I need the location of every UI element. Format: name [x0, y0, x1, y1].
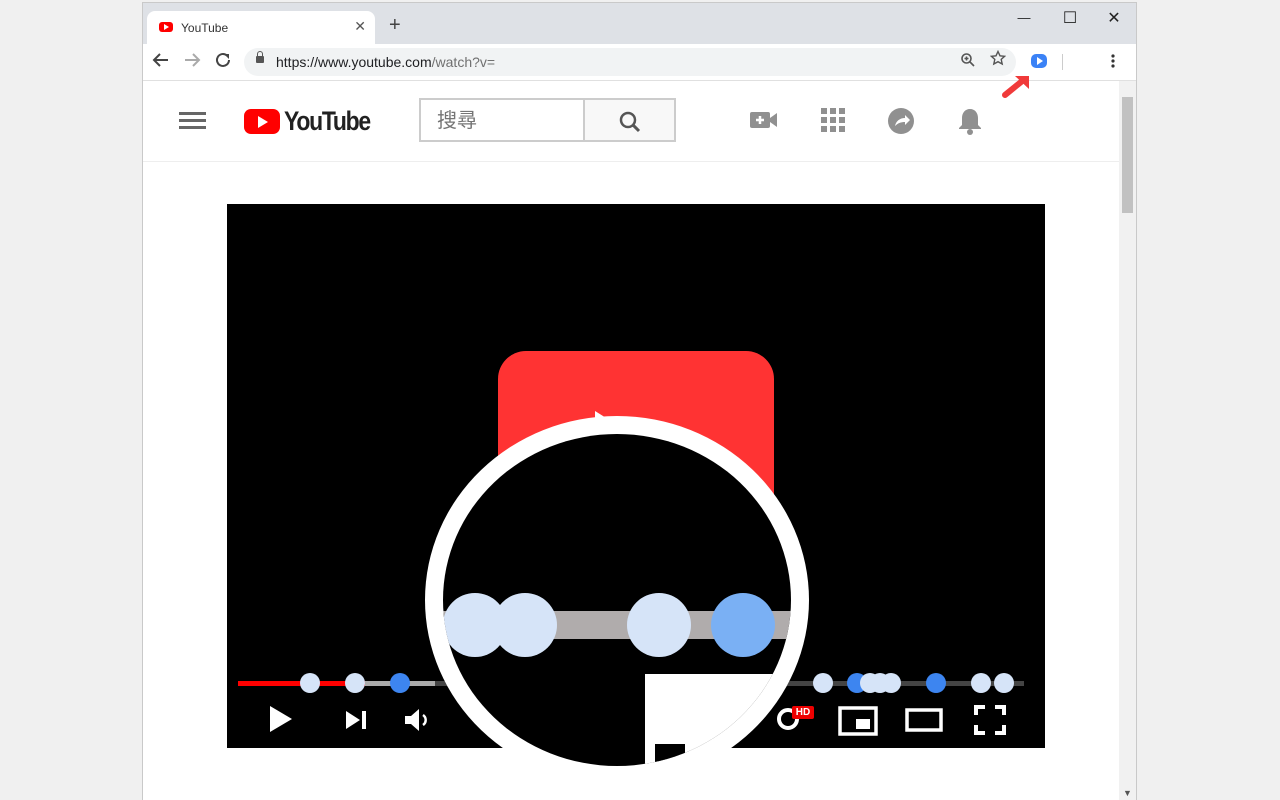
play-icon[interactable] [268, 704, 294, 739]
tab-title: YouTube [181, 21, 229, 35]
next-icon[interactable] [344, 709, 368, 736]
timeline-marker[interactable] [813, 673, 833, 693]
address-bar[interactable]: https://www.youtube.com/watch?v= [244, 48, 1016, 76]
search-input[interactable] [435, 100, 569, 140]
zoomed-marker [627, 593, 691, 657]
zoomed-cursor-area [645, 674, 791, 766]
tab-close-icon[interactable]: ✕ [354, 18, 366, 35]
timeline-marker[interactable] [926, 673, 946, 693]
search-button[interactable] [583, 98, 676, 142]
back-icon[interactable] [152, 51, 170, 74]
timeline-marker[interactable] [971, 673, 991, 693]
share-icon[interactable] [887, 107, 915, 140]
lock-icon [256, 51, 264, 63]
forward-icon[interactable] [183, 51, 201, 74]
zoomed-marker [711, 593, 775, 657]
url-path: /watch?v= [431, 54, 496, 70]
youtube-logo-text: YouTube [284, 106, 371, 136]
theater-mode-icon[interactable] [905, 708, 943, 737]
timeline-marker[interactable] [881, 673, 901, 693]
window-close-button[interactable]: ✕ [1092, 8, 1136, 28]
timeline-marker[interactable] [345, 673, 365, 693]
timeline-marker[interactable] [994, 673, 1014, 693]
new-tab-button[interactable]: + [389, 15, 401, 35]
maximize-button[interactable]: ☐ [1048, 8, 1092, 28]
vertical-scrollbar[interactable]: ▼ [1119, 81, 1136, 800]
title-bar: YouTube ✕ + — ☐ ✕ [143, 3, 1136, 45]
scroll-down-icon[interactable]: ▼ [1123, 788, 1132, 798]
zoom-callout [425, 416, 809, 784]
scrollbar-thumb[interactable] [1122, 97, 1133, 213]
timeline-marker[interactable] [300, 673, 320, 693]
notifications-bell-icon[interactable] [958, 107, 982, 140]
annotation-arrow-icon [1002, 76, 1029, 98]
toolbar-divider [1062, 54, 1063, 70]
reload-icon[interactable] [214, 51, 232, 74]
browser-toolbar: https://www.youtube.com/watch?v= [143, 45, 1136, 81]
apps-grid-icon[interactable] [820, 107, 846, 138]
minimize-button[interactable]: — [1002, 10, 1046, 25]
zoomed-marker [493, 593, 557, 657]
youtube-logo-icon [244, 109, 280, 134]
hd-badge: HD [792, 706, 814, 719]
timeline-marker[interactable] [390, 673, 410, 693]
zoom-icon[interactable] [960, 52, 976, 71]
search-icon [619, 111, 641, 133]
url-host: https://www.youtube.com [276, 54, 432, 70]
upload-video-icon[interactable] [749, 107, 779, 138]
miniplayer-icon[interactable] [838, 706, 878, 741]
youtube-favicon-icon [159, 22, 173, 32]
youtube-header: YouTube [143, 81, 1119, 162]
zoom-callout-content [443, 434, 791, 766]
fullscreen-icon[interactable] [974, 705, 1006, 740]
hamburger-menu-icon[interactable] [179, 112, 206, 130]
search-box [419, 98, 583, 142]
star-icon[interactable] [989, 49, 1007, 71]
browser-tab[interactable]: YouTube ✕ [147, 11, 375, 45]
volume-icon[interactable] [403, 707, 431, 738]
extension-icon[interactable] [1031, 54, 1047, 68]
menu-kebab-icon[interactable] [1110, 52, 1116, 73]
url-text[interactable]: https://www.youtube.com/watch?v= [276, 54, 495, 70]
